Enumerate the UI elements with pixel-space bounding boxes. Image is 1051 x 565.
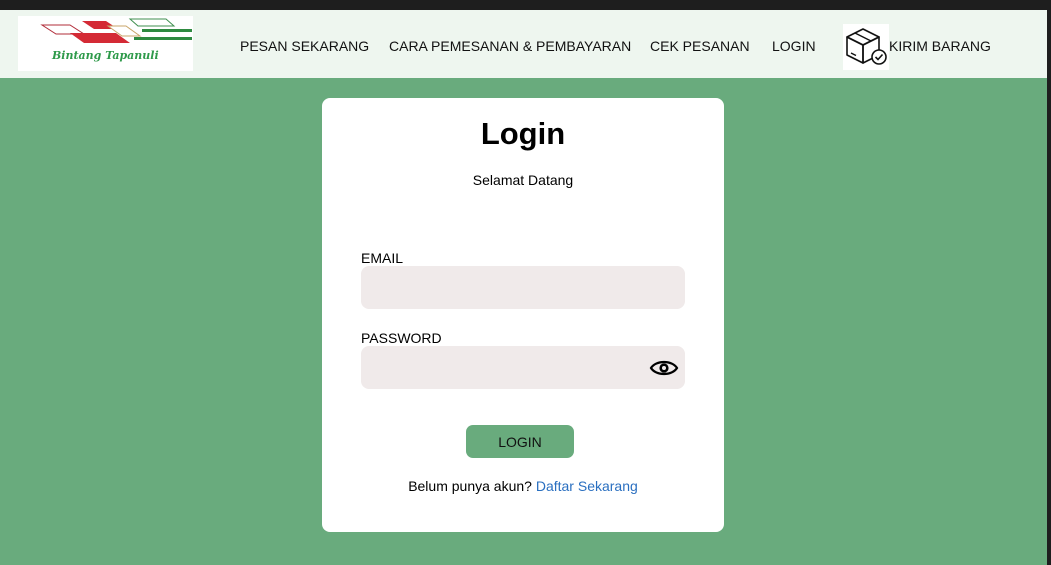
nav-pesan-sekarang[interactable]: PESAN SEKARANG — [240, 38, 369, 54]
register-prompt-text: Belum punya akun? — [408, 478, 532, 494]
register-prompt: Belum punya akun? Daftar Sekarang — [322, 478, 724, 494]
page-background: Bintang Tapanuli PESAN SEKARANG CARA PEM… — [0, 10, 1047, 565]
nav-cek-pesanan[interactable]: CEK PESANAN — [650, 38, 750, 54]
brand-logo[interactable]: Bintang Tapanuli — [18, 16, 193, 71]
brand-logo-text: Bintang Tapanuli — [52, 49, 159, 62]
login-title: Login — [480, 116, 566, 151]
nav-cara-pemesanan[interactable]: CARA PEMESANAN & PEMBAYARAN — [389, 38, 631, 54]
login-subtitle: Selamat Datang — [472, 172, 574, 188]
email-label: EMAIL — [361, 250, 404, 266]
package-check-icon[interactable] — [843, 24, 889, 70]
brand-logo-mark — [40, 18, 192, 43]
nav-kirim-barang[interactable]: KIRIM BARANG — [889, 38, 991, 54]
login-button[interactable]: LOGIN — [466, 425, 574, 458]
nav-login[interactable]: LOGIN — [772, 38, 816, 54]
email-field[interactable] — [361, 266, 685, 309]
register-link[interactable]: Daftar Sekarang — [536, 478, 638, 494]
password-field[interactable] — [361, 346, 685, 389]
password-label: PASSWORD — [361, 330, 442, 346]
login-card: Login Selamat Datang EMAIL PASSWORD LOGI… — [322, 98, 724, 532]
top-navbar: Bintang Tapanuli PESAN SEKARANG CARA PEM… — [0, 10, 1047, 78]
eye-icon[interactable] — [649, 358, 679, 378]
